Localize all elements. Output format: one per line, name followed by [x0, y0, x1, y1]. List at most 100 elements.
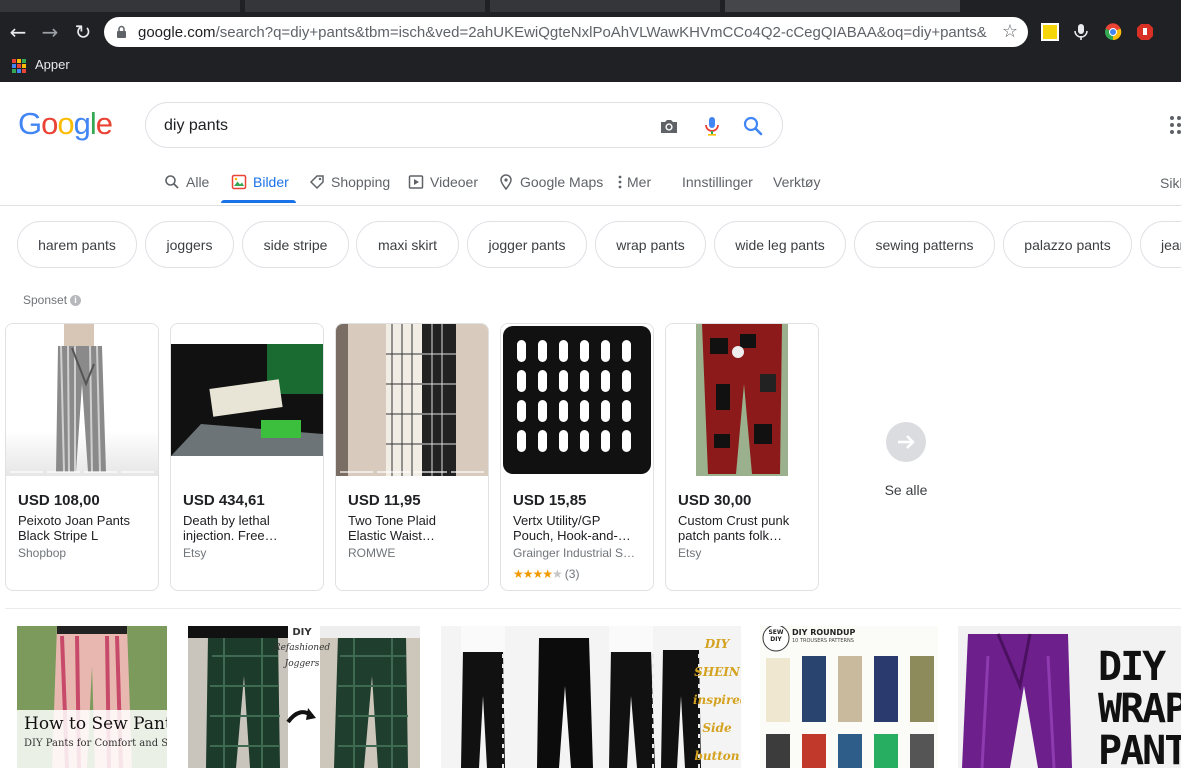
product-shop: Shopbop [18, 546, 67, 560]
review-count: (3) [564, 567, 580, 581]
result-word: DIY [1098, 644, 1166, 690]
pouch-loop [622, 430, 631, 452]
tab-shopping[interactable]: Shopping [309, 171, 390, 204]
chip[interactable]: wrap pants [595, 221, 706, 268]
chip[interactable]: wide leg pants [714, 221, 846, 268]
result-word: button [694, 749, 740, 763]
browser-tab[interactable] [490, 0, 720, 12]
product-shop: Etsy [183, 546, 207, 560]
product-title: Custom Crust punk patch pants folk… [678, 513, 808, 543]
browser-tab[interactable] [245, 0, 485, 12]
image-result[interactable]: DIY Refashioned Joggers [188, 626, 420, 768]
chip[interactable]: sewing patterns [854, 221, 995, 268]
google-logo[interactable]: Google [18, 106, 113, 142]
google-header: Google Alle Bilder [0, 82, 1181, 206]
search-icon[interactable] [742, 115, 764, 137]
product-card[interactable]: USD 434,61 Death by lethal injection. Fre… [170, 323, 324, 591]
image-result[interactable]: DIY WRAP PANTS [958, 626, 1181, 768]
product-title-line: Custom Crust punk [678, 513, 790, 528]
pouch-loop [580, 370, 589, 392]
chip[interactable]: joggers [145, 221, 234, 268]
chip[interactable]: harem pants [17, 221, 137, 268]
search-tabs: Alle Bilder Shopping Videoer Google Maps… [0, 171, 1181, 204]
bookmark-apps[interactable]: Apper [35, 57, 70, 72]
result-word: Side [702, 721, 732, 735]
product-title: Two Tone Plaid Elastic Waist… [348, 513, 478, 543]
sponsored-label: Sponset i [23, 293, 82, 307]
product-image-drawing [56, 324, 106, 473]
product-card[interactable]: USD 11,95 Two Tone Plaid Elastic Waist… R… [335, 323, 489, 591]
tab-settings[interactable]: Innstillinger [682, 171, 753, 204]
pouch-loop [622, 340, 631, 362]
product-price: USD 434,61 [183, 492, 265, 509]
image-result[interactable]: DIY SHEIN inspired Side button [441, 626, 741, 768]
pouch-loop [601, 400, 610, 422]
image-carousel-dots [340, 471, 484, 473]
tab-tools[interactable]: Verktøy [773, 171, 820, 204]
chip[interactable]: maxi skirt [356, 221, 459, 268]
result-overlay-text: DIY Pants for Comfort and Style [24, 738, 167, 749]
product-title-line: injection. Free… [183, 528, 278, 543]
chip[interactable]: palazzo pants [1003, 221, 1132, 268]
pouch-loop [622, 400, 631, 422]
product-card[interactable]: USD 15,85 Vertx Utility/GP Pouch, Hook-an… [500, 323, 654, 591]
bookmark-star-icon[interactable]: ☆ [1002, 23, 1018, 41]
browser-tab-active[interactable] [725, 0, 960, 12]
see-all-button[interactable]: Se alle [866, 422, 946, 498]
result-image-drawing [760, 626, 938, 768]
result-overlay-text: DIY [292, 627, 312, 638]
pouch-loop [559, 340, 568, 362]
product-image [336, 324, 488, 476]
reload-icon[interactable]: ↻ [72, 21, 94, 43]
product-rating: ★★★★★ (3) [513, 567, 579, 581]
product-image [171, 324, 323, 476]
info-icon[interactable]: i [70, 294, 82, 306]
see-all-label: Se alle [884, 482, 928, 498]
logo-letter: o [57, 106, 74, 141]
result-word: inspired [693, 693, 741, 707]
chip[interactable]: side stripe [242, 221, 349, 268]
product-card[interactable]: USD 108,00 Peixoto Joan Pants Black Strip… [5, 323, 159, 591]
microphone-icon[interactable] [701, 115, 723, 137]
product-image [6, 324, 158, 476]
result-overlay-text: DIY WRAP PANTS [1098, 646, 1181, 768]
pouch-loop [601, 370, 610, 392]
address-bar[interactable]: google.com/search?q=diy+pants&tbm=isch&v… [104, 17, 1028, 47]
result-overlay-text: How to Sew Pants [24, 714, 167, 734]
pouch-loop [622, 370, 631, 392]
safesearch-link[interactable]: Sikk [1160, 175, 1181, 191]
forward-icon[interactable]: → [39, 21, 61, 43]
product-shop: Etsy [678, 546, 702, 560]
microphone-extension-icon[interactable] [1072, 23, 1090, 41]
result-word: WRAP [1098, 686, 1181, 732]
google-apps-icon[interactable] [1170, 116, 1181, 134]
apps-icon[interactable] [12, 59, 26, 73]
search-input[interactable] [164, 114, 644, 138]
browser-tab[interactable] [0, 0, 240, 12]
more-vert-icon [618, 175, 622, 189]
chrome-extension-icon[interactable] [1104, 23, 1122, 41]
tab-label: Shopping [331, 174, 391, 190]
stop-extension-icon[interactable] [1136, 23, 1154, 41]
tab-videos[interactable]: Videoer [408, 171, 478, 204]
search-icon [165, 175, 179, 189]
extension-icon[interactable] [1041, 23, 1059, 41]
product-card[interactable]: USD 30,00 Custom Crust punk patch pants f… [665, 323, 819, 591]
browser-toolbar: ← → ↻ google.com/search?q=diy+pants&tbm=… [0, 12, 1181, 52]
pouch-loop [538, 370, 547, 392]
camera-icon[interactable] [658, 115, 680, 137]
chip[interactable]: jeans [1140, 221, 1181, 268]
image-result[interactable]: How to Sew Pants DIY Pants for Comfort a… [17, 626, 167, 768]
chip[interactable]: jogger pants [467, 221, 587, 268]
pouch-loop [559, 370, 568, 392]
tab-maps[interactable]: Google Maps [498, 171, 603, 204]
bookmarks-bar: Apper [0, 52, 1181, 78]
product-image-drawing [696, 324, 788, 476]
tab-all[interactable]: Alle [164, 171, 209, 204]
star-rating-icon: ★★★★★ [513, 567, 563, 581]
product-image [501, 324, 653, 476]
back-icon[interactable]: ← [7, 21, 29, 43]
image-result[interactable]: SEW DIY DIY ROUNDUP 10 TROUSERS PATTERNS [760, 626, 938, 768]
lock-icon [117, 25, 126, 38]
tab-more[interactable]: Mer [615, 171, 651, 204]
